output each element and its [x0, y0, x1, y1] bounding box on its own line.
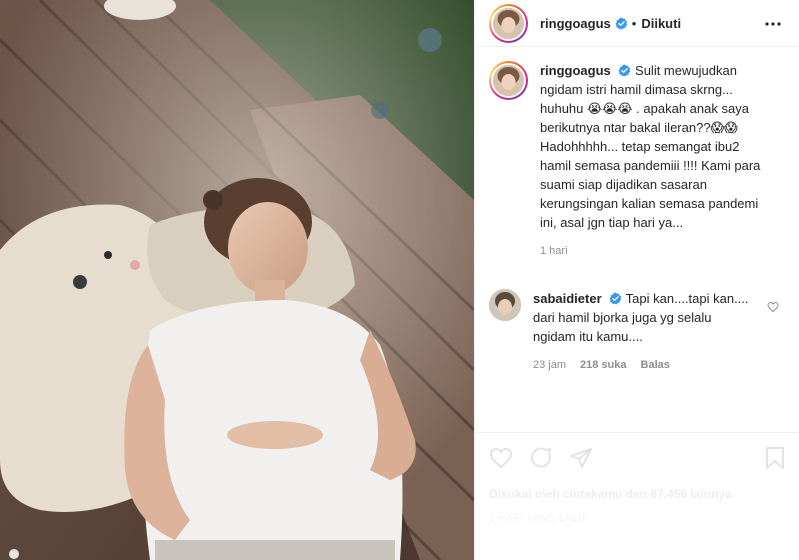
post-actions: Disukai oleh cintakamu dan 87.456 lainny…: [475, 432, 799, 524]
caption-line: Hadohhhhh... tetap semangat ibu2: [540, 139, 740, 154]
caption-line: suami siap dijadikan sasaran: [540, 177, 707, 192]
comment-line: Tapi kan....tapi kan....: [625, 291, 749, 306]
share-paper-plane-icon[interactable]: [569, 446, 593, 470]
caption-username[interactable]: ringgoagus: [540, 63, 611, 78]
save-bookmark-icon[interactable]: [764, 446, 786, 470]
separator-dot: •: [631, 15, 637, 31]
post-header: ringgoagus • Diikuti: [475, 0, 799, 47]
avatar[interactable]: [493, 7, 524, 39]
comment-body: sabaidieter Tapi kan....tapi kan.... dar…: [533, 289, 763, 375]
caption-line: Sulit mewujudkan: [635, 63, 737, 78]
likes-summary[interactable]: Disukai oleh cintakamu dan 87.456 lainny…: [489, 487, 786, 501]
commenter-username[interactable]: sabaidieter: [533, 291, 602, 306]
caption-body: ringgoagus Sulit mewujudkan ngidam istri…: [540, 61, 780, 261]
like-heart-icon[interactable]: [489, 446, 513, 470]
comment-likes[interactable]: 218 suka: [580, 356, 626, 375]
photo-illustration: [0, 0, 474, 560]
reply-button[interactable]: Balas: [641, 356, 670, 375]
comment-line: dari hamil bjorka juga yg selalu: [533, 310, 712, 325]
caption-line: huhuhu 😭😭😭 . apakah anak saya: [540, 101, 749, 116]
commenter-avatar[interactable]: [489, 289, 521, 321]
avatar-image: [493, 7, 524, 39]
post-photo[interactable]: [0, 0, 474, 560]
comment-timestamp[interactable]: 23 jam: [533, 356, 566, 375]
post-date: 1 HARI YANG LALU: [489, 513, 586, 524]
verified-badge-icon: [609, 292, 622, 305]
post-sidebar: ringgoagus • Diikuti ringgoagus Sulit me…: [474, 0, 799, 560]
comments-list: ringgoagus Sulit mewujudkan ngidam istri…: [475, 47, 799, 375]
comment-item: sabaidieter Tapi kan....tapi kan.... dar…: [489, 289, 785, 375]
verified-badge-icon: [615, 17, 628, 29]
caption-line: ini, asal jgn tiap hari ya...: [540, 215, 684, 230]
caption-line: ngidam istri hamil dimasa skrng...: [540, 82, 733, 97]
comment-bubble-icon[interactable]: [529, 446, 553, 470]
caption-line: berikutnya ntar bakal ileran??😱😱: [540, 120, 738, 135]
comment-like-heart-icon[interactable]: [767, 301, 779, 313]
caption-avatar[interactable]: [493, 65, 524, 96]
caption-line: hamil semasa pandemiii !!!! Kami para: [540, 158, 761, 173]
caption-story-ring[interactable]: [489, 61, 528, 100]
action-icons: [489, 445, 786, 471]
comment-line: ngidam itu kamu....: [533, 329, 643, 344]
more-options-button[interactable]: [763, 14, 783, 34]
caption-timestamp[interactable]: 1 hari: [540, 242, 568, 261]
caption-meta: 1 hari: [540, 242, 780, 261]
follow-status-button[interactable]: Diikuti: [641, 16, 681, 31]
avatar-image: [493, 65, 524, 96]
more-horizontal-icon: [765, 22, 781, 26]
header-username[interactable]: ringgoagus: [540, 16, 611, 31]
comment-meta: 23 jam 218 suka Balas: [533, 356, 763, 375]
story-ring[interactable]: [489, 3, 528, 43]
post-modal: ringgoagus • Diikuti ringgoagus Sulit me…: [0, 0, 799, 560]
verified-badge-icon: [618, 64, 631, 77]
caption-comment: ringgoagus Sulit mewujudkan ngidam istri…: [489, 61, 785, 261]
avatar-image: [489, 289, 521, 321]
caption-line: kerungsingan kalian semasa pandemi: [540, 196, 759, 211]
